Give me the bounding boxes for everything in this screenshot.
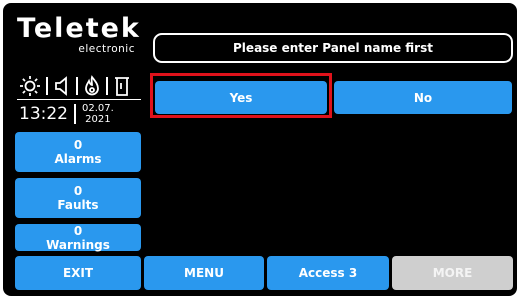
more-label: MORE <box>432 266 473 280</box>
no-label: No <box>413 90 433 105</box>
status-icons <box>19 75 141 97</box>
alarms-count: 0 <box>73 138 83 152</box>
no-button[interactable]: No <box>334 81 512 114</box>
more-button[interactable]: MORE <box>392 256 513 290</box>
faults-label: Faults <box>57 198 99 212</box>
icon-divider <box>106 77 108 95</box>
brand-name: Teletek <box>17 13 141 44</box>
clock-date: 02.07. 2021 <box>82 103 114 125</box>
brand-subtitle: electronic <box>78 43 135 55</box>
clock-time: 13:22 <box>19 104 68 124</box>
header-divider <box>17 99 141 100</box>
faults-count: 0 <box>73 184 83 198</box>
exit-label: EXIT <box>62 266 94 280</box>
yes-label: Yes <box>229 90 253 105</box>
clock-divider <box>74 104 76 124</box>
message-box: Please enter Panel name first <box>153 33 513 63</box>
clock-display: 13:22 02.07. 2021 <box>19 103 114 125</box>
brightness-icon[interactable] <box>19 75 41 97</box>
yes-button[interactable]: Yes <box>155 81 327 114</box>
warnings-label: Warnings <box>46 237 110 252</box>
fire-icon[interactable] <box>83 75 101 97</box>
faults-button[interactable]: 0 Faults <box>15 178 141 218</box>
access-label: Access 3 <box>298 266 358 280</box>
exit-button[interactable]: EXIT <box>15 256 141 290</box>
message-text: Please enter Panel name first <box>233 41 433 55</box>
icon-divider <box>76 77 78 95</box>
alarms-button[interactable]: 0 Alarms <box>15 132 141 172</box>
door-icon[interactable] <box>113 75 131 97</box>
warnings-count: 0 <box>73 223 83 238</box>
volume-icon[interactable] <box>53 75 71 97</box>
warnings-button[interactable]: 0 Warnings <box>15 223 141 252</box>
menu-button[interactable]: MENU <box>144 256 264 290</box>
panel-screen: Teletek electronic 13:22 02.07. 2021 0 A… <box>3 3 517 296</box>
icon-divider <box>46 77 48 95</box>
brand-logo: Teletek electronic <box>17 13 143 56</box>
date-year: 2021 <box>85 114 111 125</box>
menu-label: MENU <box>184 266 224 280</box>
access-button[interactable]: Access 3 <box>267 256 389 290</box>
date-day-month: 02.07. <box>82 103 114 114</box>
alarms-label: Alarms <box>54 152 102 166</box>
